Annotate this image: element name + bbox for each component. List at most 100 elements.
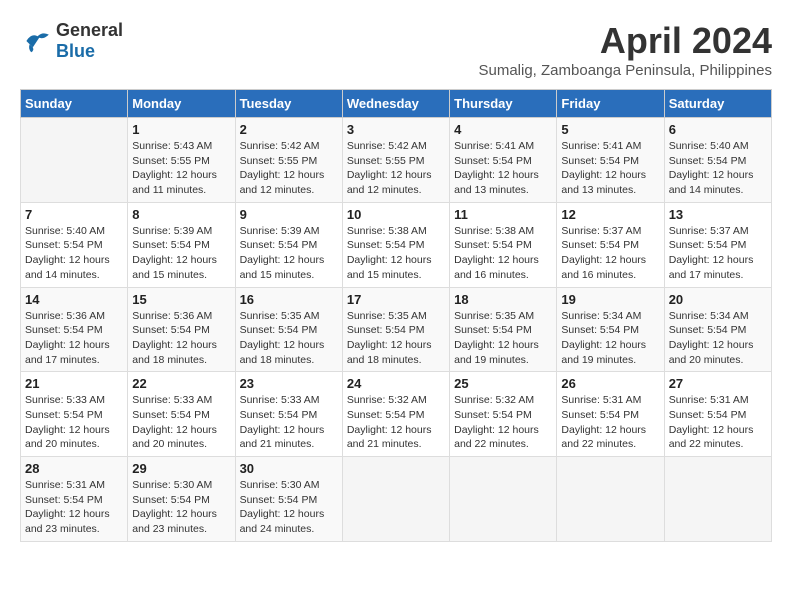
day-number: 29	[132, 461, 230, 476]
day-info: Sunrise: 5:30 AMSunset: 5:54 PMDaylight:…	[240, 478, 338, 537]
calendar-cell: 13 Sunrise: 5:37 AMSunset: 5:54 PMDayligh…	[664, 202, 771, 287]
calendar-cell: 11 Sunrise: 5:38 AMSunset: 5:54 PMDayligh…	[450, 202, 557, 287]
calendar-week-row: 7Sunrise: 5:40 AMSunset: 5:54 PMDaylight…	[21, 202, 772, 287]
calendar-cell: 23Sunrise: 5:33 AMSunset: 5:54 PMDayligh…	[235, 372, 342, 457]
day-number: 19	[561, 292, 659, 307]
day-info: Sunrise: 5:37 AMSunset: 5:54 PMDaylight:…	[669, 224, 767, 283]
calendar-cell: 24 Sunrise: 5:32 AMSunset: 5:54 PMDayligh…	[342, 372, 449, 457]
calendar-cell	[342, 457, 449, 542]
calendar-week-row: 28Sunrise: 5:31 AMSunset: 5:54 PMDayligh…	[21, 457, 772, 542]
day-number: 17	[347, 292, 445, 307]
page-header: General Blue April 2024 Sumalig, Zamboan…	[20, 20, 772, 79]
calendar-cell: 9Sunrise: 5:39 AMSunset: 5:54 PMDaylight…	[235, 202, 342, 287]
day-number: 8	[132, 207, 230, 222]
calendar-cell: 22Sunrise: 5:33 AMSunset: 5:54 PMDayligh…	[128, 372, 235, 457]
logo-general: General	[56, 20, 123, 40]
day-info: Sunrise: 5:32 AMSunset: 5:54 PMDaylight:…	[454, 393, 552, 452]
day-number: 16	[240, 292, 338, 307]
day-number: 30	[240, 461, 338, 476]
day-info: Sunrise: 5:35 AMSunset: 5:54 PMDaylight:…	[347, 309, 445, 368]
calendar-cell: 18 Sunrise: 5:35 AMSunset: 5:54 PMDayligh…	[450, 287, 557, 372]
calendar-cell: 6Sunrise: 5:40 AMSunset: 5:54 PMDaylight…	[664, 118, 771, 203]
day-info: Sunrise: 5:36 AMSunset: 5:54 PMDaylight:…	[25, 309, 123, 368]
calendar-header-row: SundayMondayTuesdayWednesdayThursdayFrid…	[21, 90, 772, 118]
day-info: Sunrise: 5:41 AMSunset: 5:54 PMDaylight:…	[561, 139, 659, 198]
day-number: 25	[454, 376, 552, 391]
calendar-cell: 20 Sunrise: 5:34 AMSunset: 5:54 PMDayligh…	[664, 287, 771, 372]
calendar-cell: 30 Sunrise: 5:30 AMSunset: 5:54 PMDayligh…	[235, 457, 342, 542]
calendar-week-row: 1 Sunrise: 5:43 AMSunset: 5:55 PMDaylight…	[21, 118, 772, 203]
logo-text: General Blue	[56, 20, 123, 62]
col-header-monday: Monday	[128, 90, 235, 118]
calendar-cell: 5 Sunrise: 5:41 AMSunset: 5:54 PMDaylight…	[557, 118, 664, 203]
col-header-friday: Friday	[557, 90, 664, 118]
logo-blue: Blue	[56, 41, 95, 61]
day-info: Sunrise: 5:38 AMSunset: 5:54 PMDaylight:…	[347, 224, 445, 283]
calendar-cell: 19 Sunrise: 5:34 AMSunset: 5:54 PMDayligh…	[557, 287, 664, 372]
calendar-cell: 12 Sunrise: 5:37 AMSunset: 5:54 PMDayligh…	[557, 202, 664, 287]
day-info: Sunrise: 5:34 AMSunset: 5:54 PMDaylight:…	[669, 309, 767, 368]
day-number: 22	[132, 376, 230, 391]
day-info: Sunrise: 5:35 AMSunset: 5:54 PMDaylight:…	[240, 309, 338, 368]
calendar-cell: 10 Sunrise: 5:38 AMSunset: 5:54 PMDayligh…	[342, 202, 449, 287]
day-number: 20	[669, 292, 767, 307]
day-info: Sunrise: 5:31 AMSunset: 5:54 PMDaylight:…	[561, 393, 659, 452]
calendar-cell	[21, 118, 128, 203]
day-number: 27	[669, 376, 767, 391]
calendar-cell: 7Sunrise: 5:40 AMSunset: 5:54 PMDaylight…	[21, 202, 128, 287]
month-title: April 2024	[478, 20, 772, 62]
day-info: Sunrise: 5:36 AMSunset: 5:54 PMDaylight:…	[132, 309, 230, 368]
day-number: 10	[347, 207, 445, 222]
day-number: 5	[561, 122, 659, 137]
calendar-cell	[664, 457, 771, 542]
day-info: Sunrise: 5:34 AMSunset: 5:54 PMDaylight:…	[561, 309, 659, 368]
day-info: Sunrise: 5:40 AMSunset: 5:54 PMDaylight:…	[669, 139, 767, 198]
day-number: 2	[240, 122, 338, 137]
day-number: 12	[561, 207, 659, 222]
calendar-cell: 15 Sunrise: 5:36 AMSunset: 5:54 PMDayligh…	[128, 287, 235, 372]
day-number: 24	[347, 376, 445, 391]
day-number: 11	[454, 207, 552, 222]
day-number: 15	[132, 292, 230, 307]
day-number: 18	[454, 292, 552, 307]
day-info: Sunrise: 5:31 AMSunset: 5:54 PMDaylight:…	[669, 393, 767, 452]
calendar-cell: 8Sunrise: 5:39 AMSunset: 5:54 PMDaylight…	[128, 202, 235, 287]
day-number: 13	[669, 207, 767, 222]
day-info: Sunrise: 5:35 AMSunset: 5:54 PMDaylight:…	[454, 309, 552, 368]
day-number: 4	[454, 122, 552, 137]
calendar-cell: 3 Sunrise: 5:42 AMSunset: 5:55 PMDaylight…	[342, 118, 449, 203]
logo: General Blue	[20, 20, 123, 62]
calendar-cell: 26Sunrise: 5:31 AMSunset: 5:54 PMDayligh…	[557, 372, 664, 457]
calendar-cell	[557, 457, 664, 542]
calendar-cell: 2Sunrise: 5:42 AMSunset: 5:55 PMDaylight…	[235, 118, 342, 203]
day-number: 14	[25, 292, 123, 307]
day-number: 1	[132, 122, 230, 137]
calendar-cell: 16 Sunrise: 5:35 AMSunset: 5:54 PMDayligh…	[235, 287, 342, 372]
day-info: Sunrise: 5:33 AMSunset: 5:54 PMDaylight:…	[240, 393, 338, 452]
day-info: Sunrise: 5:30 AMSunset: 5:54 PMDaylight:…	[132, 478, 230, 537]
col-header-thursday: Thursday	[450, 90, 557, 118]
day-info: Sunrise: 5:42 AMSunset: 5:55 PMDaylight:…	[347, 139, 445, 198]
day-info: Sunrise: 5:43 AMSunset: 5:55 PMDaylight:…	[132, 139, 230, 198]
day-number: 28	[25, 461, 123, 476]
day-info: Sunrise: 5:32 AMSunset: 5:54 PMDaylight:…	[347, 393, 445, 452]
calendar-cell: 21Sunrise: 5:33 AMSunset: 5:54 PMDayligh…	[21, 372, 128, 457]
col-header-sunday: Sunday	[21, 90, 128, 118]
calendar-cell	[450, 457, 557, 542]
col-header-tuesday: Tuesday	[235, 90, 342, 118]
day-info: Sunrise: 5:41 AMSunset: 5:54 PMDaylight:…	[454, 139, 552, 198]
calendar-cell: 1 Sunrise: 5:43 AMSunset: 5:55 PMDaylight…	[128, 118, 235, 203]
calendar-table: SundayMondayTuesdayWednesdayThursdayFrid…	[20, 89, 772, 542]
calendar-cell: 27 Sunrise: 5:31 AMSunset: 5:54 PMDayligh…	[664, 372, 771, 457]
location-subtitle: Sumalig, Zamboanga Peninsula, Philippine…	[478, 62, 772, 79]
calendar-cell: 29 Sunrise: 5:30 AMSunset: 5:54 PMDayligh…	[128, 457, 235, 542]
calendar-week-row: 14 Sunrise: 5:36 AMSunset: 5:54 PMDayligh…	[21, 287, 772, 372]
day-info: Sunrise: 5:38 AMSunset: 5:54 PMDaylight:…	[454, 224, 552, 283]
day-info: Sunrise: 5:33 AMSunset: 5:54 PMDaylight:…	[25, 393, 123, 452]
day-number: 3	[347, 122, 445, 137]
day-info: Sunrise: 5:37 AMSunset: 5:54 PMDaylight:…	[561, 224, 659, 283]
calendar-cell: 28Sunrise: 5:31 AMSunset: 5:54 PMDayligh…	[21, 457, 128, 542]
day-number: 9	[240, 207, 338, 222]
col-header-saturday: Saturday	[664, 90, 771, 118]
calendar-week-row: 21Sunrise: 5:33 AMSunset: 5:54 PMDayligh…	[21, 372, 772, 457]
